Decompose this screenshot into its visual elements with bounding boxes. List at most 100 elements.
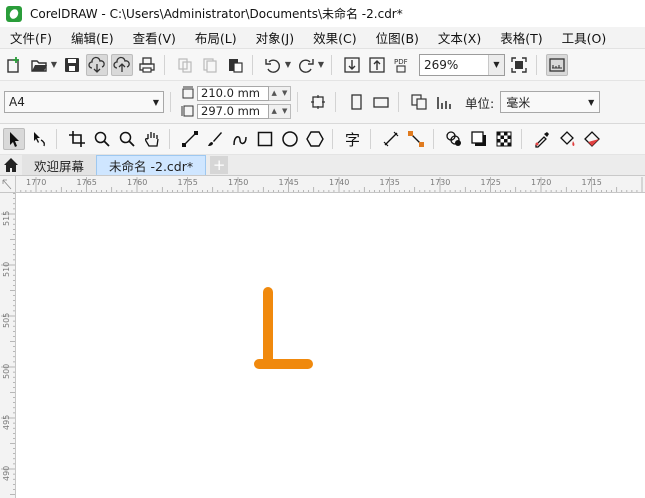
drop-shadow-tool[interactable] bbox=[468, 128, 490, 150]
home-icon[interactable] bbox=[0, 155, 22, 175]
chevron-down-icon: ▼ bbox=[152, 97, 159, 107]
pointer-arrow-icon bbox=[10, 132, 19, 147]
units-select[interactable]: 毫米 ▼ bbox=[500, 91, 601, 113]
polygon-tool[interactable] bbox=[304, 128, 326, 150]
bar-columns-icon bbox=[437, 97, 451, 109]
transparency-tool[interactable] bbox=[493, 128, 515, 150]
menu-layout[interactable]: 布局(L) bbox=[185, 28, 246, 47]
zoom-level-value[interactable]: 269% bbox=[420, 58, 488, 72]
undo-button[interactable] bbox=[262, 54, 284, 76]
document-tab-bar: 欢迎屏幕 未命名 -2.cdr* + bbox=[0, 155, 645, 176]
zoom-level-combo[interactable]: 269% ▼ bbox=[419, 53, 505, 76]
rectangle-tool[interactable] bbox=[254, 128, 276, 150]
curve-icon bbox=[233, 136, 247, 146]
parallel-dimension-tool[interactable] bbox=[380, 128, 402, 150]
page-size-select[interactable]: A4 ▼ bbox=[4, 91, 164, 113]
hand-icon bbox=[144, 132, 159, 147]
landscape-button[interactable] bbox=[370, 91, 392, 113]
ruler-label: 1770 bbox=[26, 178, 46, 187]
menu-bitmaps[interactable]: 位图(B) bbox=[366, 28, 428, 47]
add-tab-plus-icon[interactable]: + bbox=[210, 156, 229, 174]
shape-tool[interactable] bbox=[28, 128, 50, 150]
menu-edit[interactable]: 编辑(E) bbox=[61, 28, 123, 47]
pick-tool[interactable] bbox=[3, 128, 25, 150]
menu-effects[interactable]: 效果(C) bbox=[303, 28, 365, 47]
freehand-tool[interactable] bbox=[179, 128, 201, 150]
ruler-label: 1725 bbox=[481, 178, 501, 187]
import-button[interactable] bbox=[341, 54, 363, 76]
export-button[interactable] bbox=[366, 54, 388, 76]
smart-fill-tool[interactable] bbox=[581, 128, 603, 150]
cloud-upload-button[interactable] bbox=[111, 53, 133, 76]
new-document-button[interactable] bbox=[3, 54, 25, 76]
text-tool-icon: 字 bbox=[345, 131, 360, 148]
toolbar-separator bbox=[398, 92, 399, 112]
page-width-spinner[interactable]: ▲ ▼ bbox=[269, 85, 291, 101]
export-icon bbox=[369, 56, 385, 73]
zoom-out-tool[interactable] bbox=[116, 128, 138, 150]
page-height-icon bbox=[181, 105, 194, 117]
inverted-t-shape[interactable] bbox=[254, 287, 313, 369]
menu-file[interactable]: 文件(F) bbox=[0, 28, 61, 47]
interactive-fill-tool[interactable] bbox=[556, 128, 578, 150]
drawing-canvas[interactable] bbox=[16, 193, 645, 498]
menu-object[interactable]: 对象(J) bbox=[246, 28, 303, 47]
page-height-spinner[interactable]: ▲ ▼ bbox=[269, 103, 291, 119]
eyedropper-tool[interactable] bbox=[531, 128, 553, 150]
portrait-button[interactable] bbox=[345, 91, 367, 113]
menu-view[interactable]: 查看(V) bbox=[123, 28, 185, 47]
menu-table[interactable]: 表格(T) bbox=[490, 28, 551, 47]
undo-icon bbox=[265, 58, 280, 73]
save-button[interactable] bbox=[61, 54, 83, 76]
ellipse-tool[interactable] bbox=[279, 128, 301, 150]
fill-diamond-icon bbox=[584, 131, 600, 147]
menu-text[interactable]: 文本(X) bbox=[428, 28, 490, 47]
toolbar-separator bbox=[170, 92, 171, 112]
crop-icon bbox=[69, 131, 85, 147]
all-pages-layout-button[interactable] bbox=[408, 91, 430, 113]
blend-tool[interactable] bbox=[443, 128, 465, 150]
ruler-label: 1735 bbox=[380, 178, 400, 187]
open-dropdown-caret[interactable]: ▼ bbox=[50, 54, 58, 76]
open-button[interactable] bbox=[28, 54, 50, 76]
paste-button[interactable] bbox=[224, 54, 246, 76]
toolbar-separator bbox=[164, 54, 165, 75]
copy-button[interactable] bbox=[199, 54, 221, 76]
page-width-input[interactable]: 210.0 mm bbox=[197, 85, 269, 101]
redo-dropdown-caret[interactable]: ▼ bbox=[317, 54, 325, 76]
options-button[interactable] bbox=[546, 53, 568, 76]
undo-dropdown-caret[interactable]: ▼ bbox=[284, 54, 292, 76]
connector-tool[interactable] bbox=[405, 128, 427, 150]
page-height-input[interactable]: 297.0 mm bbox=[197, 103, 269, 119]
full-screen-preview-button[interactable] bbox=[508, 54, 530, 76]
cloud-download-button[interactable] bbox=[86, 53, 108, 76]
full-screen-icon bbox=[511, 56, 527, 73]
ruler-label: 1715 bbox=[582, 178, 602, 187]
artistic-media-tool[interactable] bbox=[204, 128, 226, 150]
menu-tools[interactable]: 工具(O) bbox=[552, 28, 616, 47]
horizontal-ruler[interactable]: 1770 1765 1760 1755 1750 1745 1740 1735 1730 1725… bbox=[16, 176, 645, 193]
redo-button[interactable] bbox=[295, 54, 317, 76]
vertical-ruler[interactable]: 515 510 505 500 495 490 bbox=[0, 193, 16, 498]
import-icon bbox=[344, 56, 360, 73]
cut-button[interactable] bbox=[174, 54, 196, 76]
window-title: CorelDRAW - C:\Users\Administrator\Docum… bbox=[30, 7, 403, 21]
tab-welcome-screen[interactable]: 欢迎屏幕 bbox=[22, 155, 97, 175]
smart-drawing-tool[interactable] bbox=[229, 128, 251, 150]
crop-tool[interactable] bbox=[66, 128, 88, 150]
toolbar-separator bbox=[335, 92, 336, 112]
ruler-origin-corner[interactable] bbox=[0, 176, 16, 193]
svg-text:PDF: PDF bbox=[394, 58, 408, 66]
text-tool[interactable]: 字 bbox=[342, 128, 364, 150]
drop-shadow-icon bbox=[471, 131, 486, 146]
tab-document[interactable]: 未命名 -2.cdr* bbox=[96, 155, 207, 175]
publish-pdf-button[interactable]: PDF bbox=[391, 54, 413, 76]
ruler-label: 490 bbox=[2, 466, 11, 481]
print-button[interactable] bbox=[136, 54, 158, 76]
pan-tool[interactable] bbox=[141, 128, 163, 150]
current-page-button[interactable] bbox=[433, 91, 455, 113]
chevron-down-icon[interactable]: ▼ bbox=[488, 54, 504, 75]
zoom-tool[interactable] bbox=[91, 128, 113, 150]
landscape-icon bbox=[373, 97, 389, 108]
all-pages-button[interactable] bbox=[307, 91, 329, 113]
